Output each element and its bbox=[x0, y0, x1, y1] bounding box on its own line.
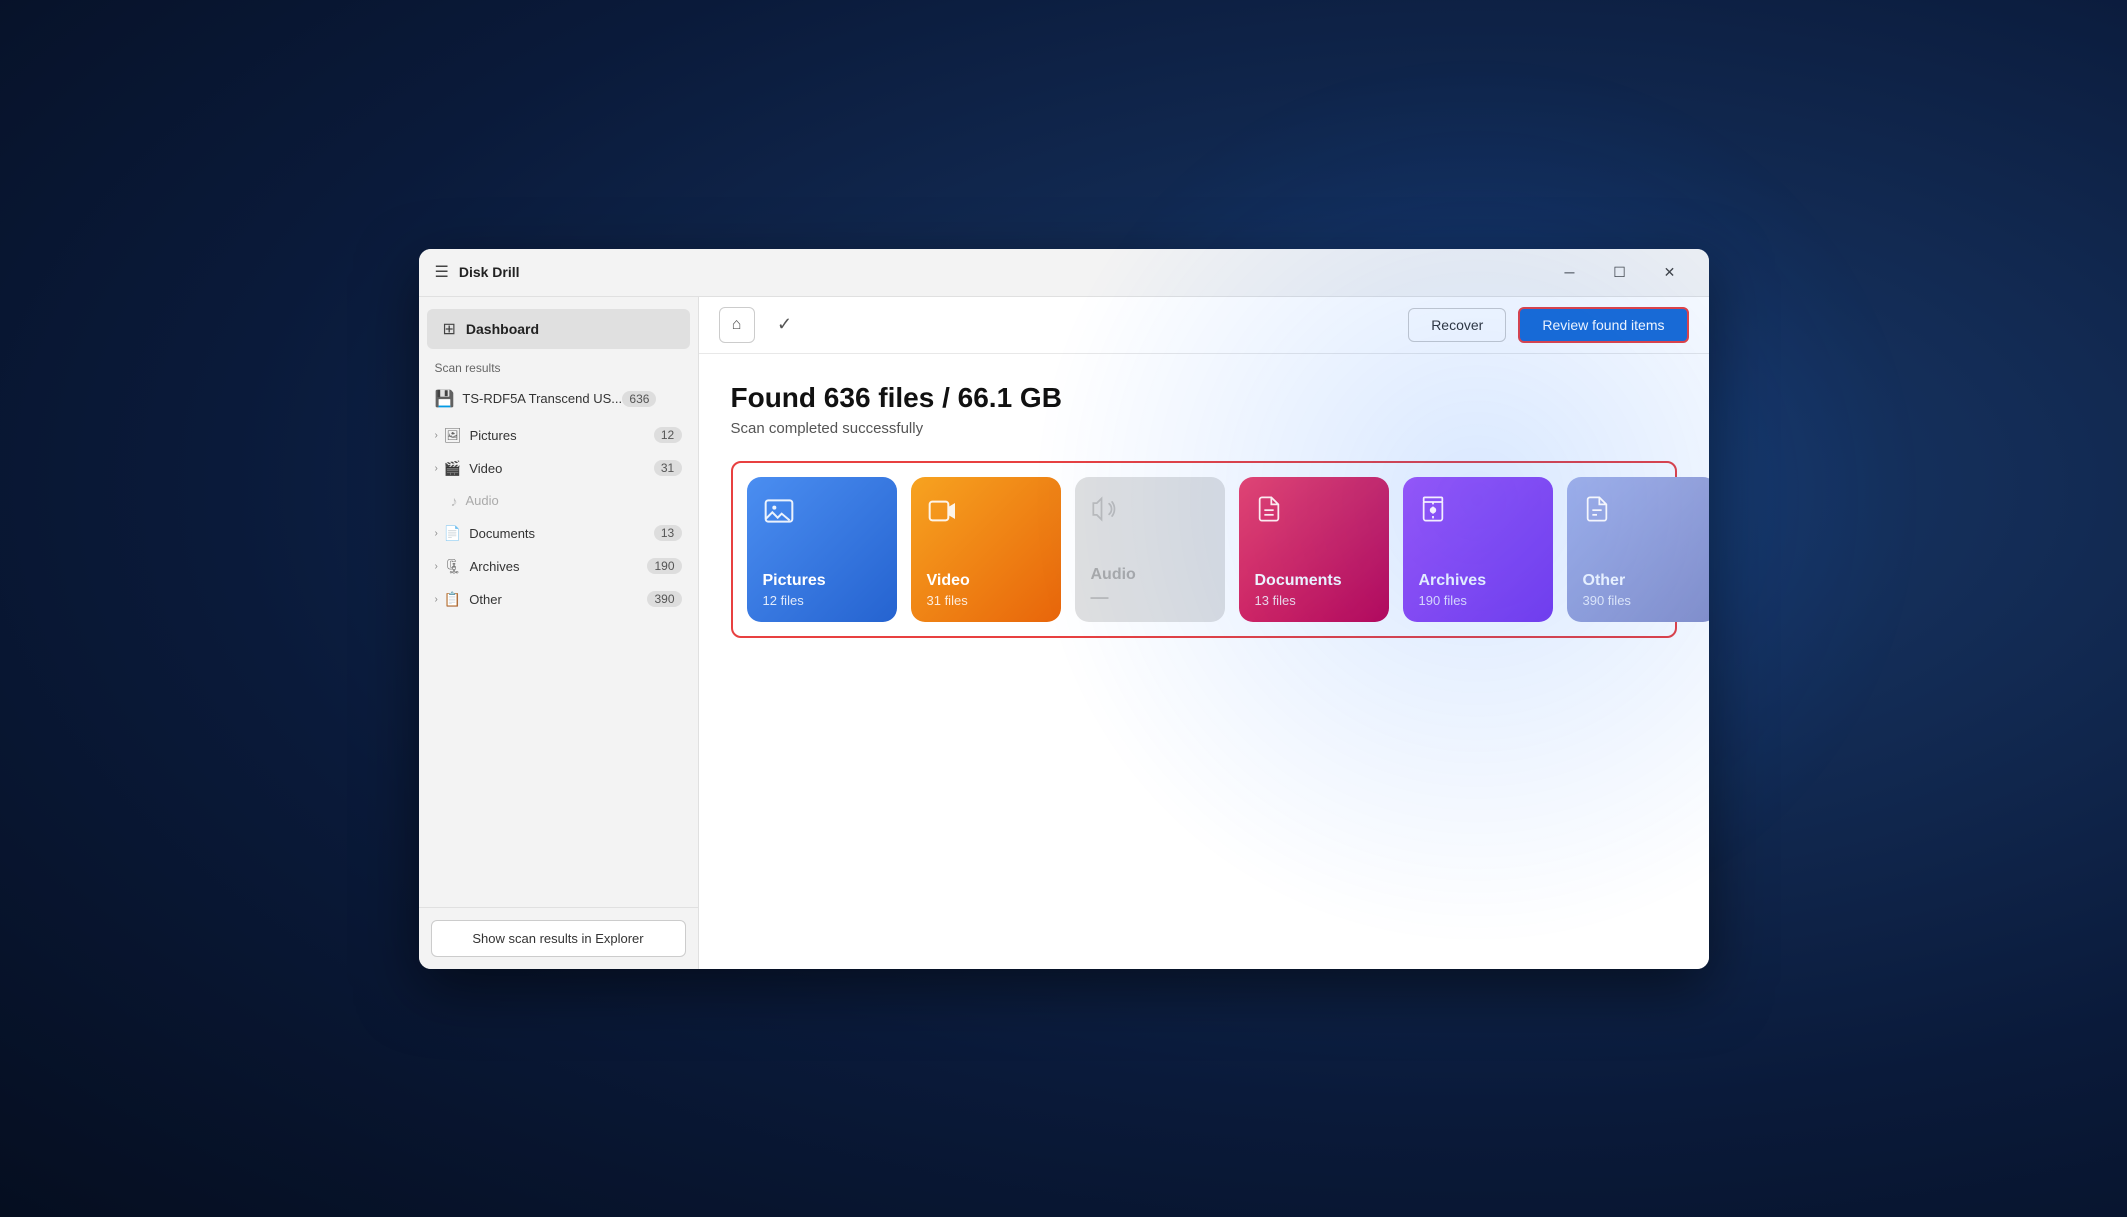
documents-card-icon bbox=[1255, 495, 1373, 530]
archives-card-count: 190 files bbox=[1419, 593, 1537, 608]
pictures-count: 12 bbox=[654, 427, 682, 443]
other-icon: 📋 bbox=[444, 591, 461, 608]
category-card-other[interactable]: Other 390 files bbox=[1567, 477, 1709, 622]
video-count: 31 bbox=[654, 460, 682, 476]
drive-name: TS-RDF5A Transcend US... bbox=[462, 391, 622, 406]
close-button[interactable]: ✕ bbox=[1647, 256, 1693, 288]
dashboard-label: Dashboard bbox=[466, 321, 539, 337]
titlebar: ☰ Disk Drill ─ ☐ ✕ bbox=[419, 249, 1709, 297]
sidebar-drive-item[interactable]: 💾 TS-RDF5A Transcend US... 636 bbox=[419, 379, 698, 419]
sidebar-item-archives[interactable]: › 🗜 Archives 190 bbox=[419, 550, 698, 583]
archives-count: 190 bbox=[647, 558, 681, 574]
home-button[interactable]: ⌂ bbox=[719, 307, 755, 343]
archives-card-icon bbox=[1419, 495, 1537, 530]
sidebar-item-dashboard[interactable]: ⊞ Dashboard bbox=[427, 309, 690, 349]
minimize-button[interactable]: ─ bbox=[1547, 256, 1593, 288]
documents-count: 13 bbox=[654, 525, 682, 541]
audio-label: Audio bbox=[466, 493, 682, 508]
documents-label: Documents bbox=[469, 526, 653, 541]
video-card-name: Video bbox=[927, 572, 1045, 590]
video-label: Video bbox=[469, 461, 653, 476]
audio-icon: ♪ bbox=[451, 493, 458, 509]
category-card-audio[interactable]: Audio — bbox=[1075, 477, 1225, 622]
check-icon: ✓ bbox=[767, 307, 803, 343]
other-card-icon bbox=[1583, 495, 1701, 530]
dashboard-icon: ⊞ bbox=[443, 319, 456, 339]
pictures-card-count: 12 files bbox=[763, 593, 881, 608]
category-card-archives[interactable]: Archives 190 files bbox=[1403, 477, 1553, 622]
sidebar: ⊞ Dashboard Scan results 💾 TS-RDF5A Tran… bbox=[419, 297, 699, 969]
category-card-documents[interactable]: Documents 13 files bbox=[1239, 477, 1389, 622]
audio-card-name: Audio bbox=[1091, 566, 1209, 584]
category-card-pictures[interactable]: Pictures 12 files bbox=[747, 477, 897, 622]
chevron-icon: › bbox=[435, 430, 438, 441]
scan-results-section-label: Scan results bbox=[419, 353, 698, 379]
archives-label: Archives bbox=[470, 559, 648, 574]
maximize-button[interactable]: ☐ bbox=[1597, 256, 1643, 288]
sidebar-item-video[interactable]: › 🎬 Video 31 bbox=[419, 452, 698, 485]
sidebar-nav: ⊞ Dashboard Scan results 💾 TS-RDF5A Tran… bbox=[419, 297, 698, 907]
main-content: Found 636 files / 66.1 GB Scan completed… bbox=[699, 354, 1709, 969]
other-label: Other bbox=[469, 592, 647, 607]
main-layout: ⊞ Dashboard Scan results 💾 TS-RDF5A Tran… bbox=[419, 297, 1709, 969]
pictures-card-name: Pictures bbox=[763, 572, 881, 590]
other-card-count: 390 files bbox=[1583, 593, 1701, 608]
toolbar: ⌂ ✓ Recover Review found items bbox=[699, 297, 1709, 354]
sidebar-item-pictures[interactable]: › 🖼 Pictures 12 bbox=[419, 419, 698, 452]
category-card-video[interactable]: Video 31 files bbox=[911, 477, 1061, 622]
video-card-count: 31 files bbox=[927, 593, 1045, 608]
chevron-icon: › bbox=[435, 561, 438, 572]
home-icon: ⌂ bbox=[732, 316, 742, 334]
sidebar-footer: Show scan results in Explorer bbox=[419, 907, 698, 969]
categories-grid: Pictures 12 files Video 31 files bbox=[731, 461, 1677, 638]
chevron-icon: › bbox=[435, 528, 438, 539]
chevron-icon: › bbox=[435, 594, 438, 605]
drive-count: 636 bbox=[622, 391, 656, 407]
video-icon: 🎬 bbox=[444, 460, 461, 477]
app-window: ☰ Disk Drill ─ ☐ ✕ ⊞ Dashboard Scan resu… bbox=[419, 249, 1709, 969]
sidebar-item-documents[interactable]: › 📄 Documents 13 bbox=[419, 517, 698, 550]
other-count: 390 bbox=[647, 591, 681, 607]
show-in-explorer-button[interactable]: Show scan results in Explorer bbox=[431, 920, 686, 957]
audio-card-dash: — bbox=[1091, 587, 1209, 608]
review-found-items-button[interactable]: Review found items bbox=[1518, 307, 1688, 343]
video-card-icon bbox=[927, 495, 1045, 534]
drive-icon: 💾 bbox=[435, 389, 455, 409]
documents-icon: 📄 bbox=[444, 525, 461, 542]
documents-card-name: Documents bbox=[1255, 572, 1373, 590]
audio-card-icon bbox=[1091, 495, 1209, 530]
pictures-icon: 🖼 bbox=[444, 427, 462, 444]
found-title: Found 636 files / 66.1 GB bbox=[731, 382, 1677, 414]
recover-button[interactable]: Recover bbox=[1408, 308, 1506, 342]
app-title: Disk Drill bbox=[459, 264, 520, 280]
pictures-label: Pictures bbox=[470, 428, 654, 443]
scan-status: Scan completed successfully bbox=[731, 420, 1677, 437]
menu-icon[interactable]: ☰ bbox=[435, 262, 449, 282]
window-controls: ─ ☐ ✕ bbox=[1547, 256, 1693, 288]
sidebar-item-audio[interactable]: ♪ Audio bbox=[419, 485, 698, 517]
content-area: ⌂ ✓ Recover Review found items Found 636… bbox=[699, 297, 1709, 969]
chevron-icon: › bbox=[435, 463, 438, 474]
sidebar-item-other[interactable]: › 📋 Other 390 bbox=[419, 583, 698, 616]
documents-card-count: 13 files bbox=[1255, 593, 1373, 608]
other-card-name: Other bbox=[1583, 572, 1701, 590]
pictures-card-icon bbox=[763, 495, 881, 534]
archives-icon: 🗜 bbox=[444, 558, 462, 575]
archives-card-name: Archives bbox=[1419, 572, 1537, 590]
